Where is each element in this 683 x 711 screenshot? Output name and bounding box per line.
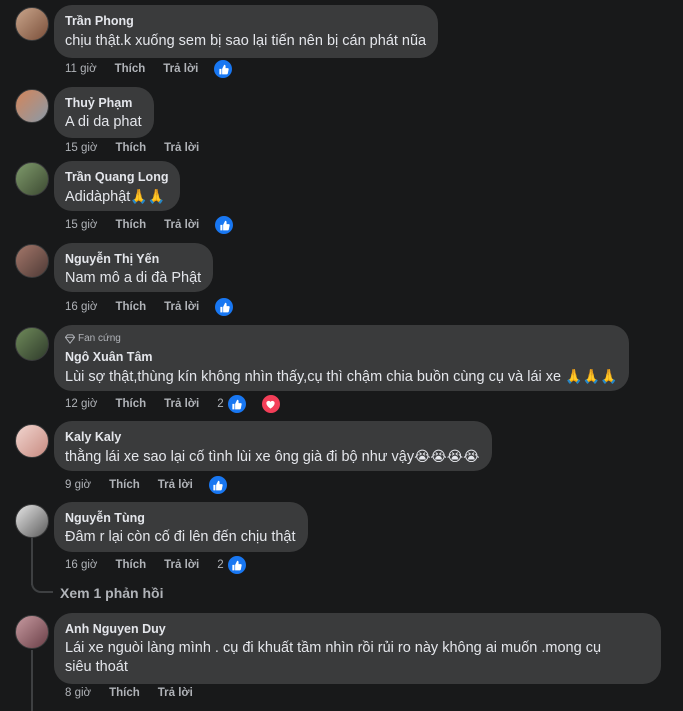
like-button[interactable]: Thích [109,687,140,699]
reply-button[interactable]: Trả lời [164,559,199,571]
comment-author[interactable]: Trần Phong [65,13,426,29]
comment-author[interactable]: Anh Nguyen Duy [65,621,649,637]
avatar[interactable] [15,7,49,41]
comment-text: Đâm r lại còn cố đi lên đến chịu thật [65,529,296,545]
avatar[interactable] [15,244,49,278]
like-button[interactable]: Thích [115,301,146,313]
avatar[interactable] [15,327,49,361]
like-button[interactable]: Thích [115,142,146,154]
love-reaction-icon[interactable] [259,393,282,415]
comment-bubble: Thuỷ Phạm A di da phat [54,87,154,138]
comment-text: Lái xe nguòi làng mình . cụ đi khuất tầm… [65,639,649,677]
comment-actions: 8 giờ Thích Trả lời [65,685,211,701]
reaction-count[interactable]: 2 [217,398,223,410]
like-button[interactable]: Thích [115,559,146,571]
badge-label: Fan cứng [78,333,121,344]
comment-bubble: Kaly Kaly thằng lái xe sao lại cố tình l… [54,421,492,471]
comment-time[interactable]: 16 giờ [65,559,97,571]
comment-author[interactable]: Kaly Kaly [65,429,480,445]
view-replies-link[interactable]: Xem 1 phản hồi [60,585,163,601]
comment-bubble: Nguyễn Thị Yến Nam mô a di đà Phật [54,243,214,292]
reply-button[interactable]: Trả lời [163,63,198,75]
comment-text: Nam mô a di đà Phật [65,270,202,286]
comment-actions: 12 giờ Thích Trả lời 2 [65,393,300,415]
comment-actions: 15 giờ Thích Trả lời [65,140,217,156]
avatar[interactable] [15,89,49,123]
comment-time[interactable]: 16 giờ [65,301,97,313]
comment-author[interactable]: Nguyễn Thị Yến [65,251,201,267]
like-button[interactable]: Thích [115,63,146,75]
comment-text-main: Lùi sợ thật,thùng kín không nhìn thấy,cụ… [65,369,566,385]
comment-text: thằng lái xe sao lại cố tình lùi xe ông … [65,447,480,467]
comment-text-main: thằng lái xe sao lại cố tình lùi xe ông … [65,449,415,465]
comment-time[interactable]: 12 giờ [65,398,97,410]
comment-author[interactable]: Ngô Xuân Tâm [65,349,617,365]
comment-actions: 9 giờ Thích Trả lời [65,474,247,496]
avatar[interactable] [15,615,49,649]
pray-emoji: 🙏🙏 [130,188,166,204]
reply-thread-line [31,650,33,711]
reply-button[interactable]: Trả lời [164,142,199,154]
comment-bubble: Nguyễn Tùng Đâm r lại còn cố đi lên đến … [54,502,308,552]
comment-actions: 15 giờ Thích Trả lời [65,214,253,236]
comment-text-line-2: siêu thoát [65,659,128,675]
comment-author[interactable]: Thuỷ Phạm [65,95,142,111]
reply-thread-connector [31,575,53,593]
comment-time[interactable]: 8 giờ [65,687,91,699]
like-button[interactable]: Thích [115,219,146,231]
comment-time[interactable]: 15 giờ [65,142,97,154]
comment-time[interactable]: 9 giờ [65,479,91,491]
comment-bubble: Fan cứng Ngô Xuân Tâm Lùi sợ thật,thùng … [54,325,630,391]
like-reaction-icon[interactable] [212,58,235,80]
like-reaction-icon[interactable] [225,393,248,415]
like-button[interactable]: Thích [109,479,140,491]
avatar[interactable] [15,504,49,538]
like-button[interactable]: Thích [115,398,146,410]
comment-text-line-1: Lái xe nguòi làng mình . cụ đi khuất tầm… [65,640,602,656]
reply-button[interactable]: Trả lời [164,219,199,231]
reaction-count[interactable]: 2 [217,559,223,571]
like-reaction-icon[interactable] [206,474,229,496]
pray-emoji: 🙏🙏🙏 [565,368,618,384]
comment-bubble: Anh Nguyen Duy Lái xe nguòi làng mình . … [54,613,661,684]
comment-text: Adidàphật🙏🙏 [65,187,168,207]
avatar[interactable] [15,162,49,196]
avatar[interactable] [15,424,49,458]
comment-actions: 16 giờ Thích Trả lời [65,296,253,318]
comment-text: A di da phat [65,114,142,130]
reply-button[interactable]: Trả lời [158,687,193,699]
comment-author[interactable]: Nguyễn Tùng [65,510,296,526]
crying-emoji: 😭😭😭😭 [414,448,480,464]
comment-text: chịu thật.k xuống sem bị sao lại tiến nê… [65,33,427,49]
like-reaction-icon[interactable] [213,296,236,318]
reply-button[interactable]: Trả lời [158,479,193,491]
comment-text-main: Adidàphật [65,189,131,205]
comment-actions: 16 giờ Thích Trả lời 2 [65,554,266,576]
diamond-badge-icon [65,333,75,344]
reply-button[interactable]: Trả lời [164,398,199,410]
comment-time[interactable]: 15 giờ [65,219,97,231]
comment-bubble: Trần Phong chịu thật.k xuống sem bị sao … [54,5,439,58]
comment-time[interactable]: 11 giờ [65,63,97,75]
fan-badge[interactable]: Fan cứng [65,332,617,345]
comment-actions: 11 giờ Thích Trả lời [65,58,252,80]
comment-text: Lùi sợ thật,thùng kín không nhìn thấy,cụ… [65,367,617,387]
like-reaction-icon[interactable] [213,214,236,236]
reply-button[interactable]: Trả lời [164,301,199,313]
like-reaction-icon[interactable] [225,554,248,576]
comment-author[interactable]: Trần Quang Long [65,169,168,185]
comment-bubble: Trần Quang Long Adidàphật🙏🙏 [54,161,181,211]
